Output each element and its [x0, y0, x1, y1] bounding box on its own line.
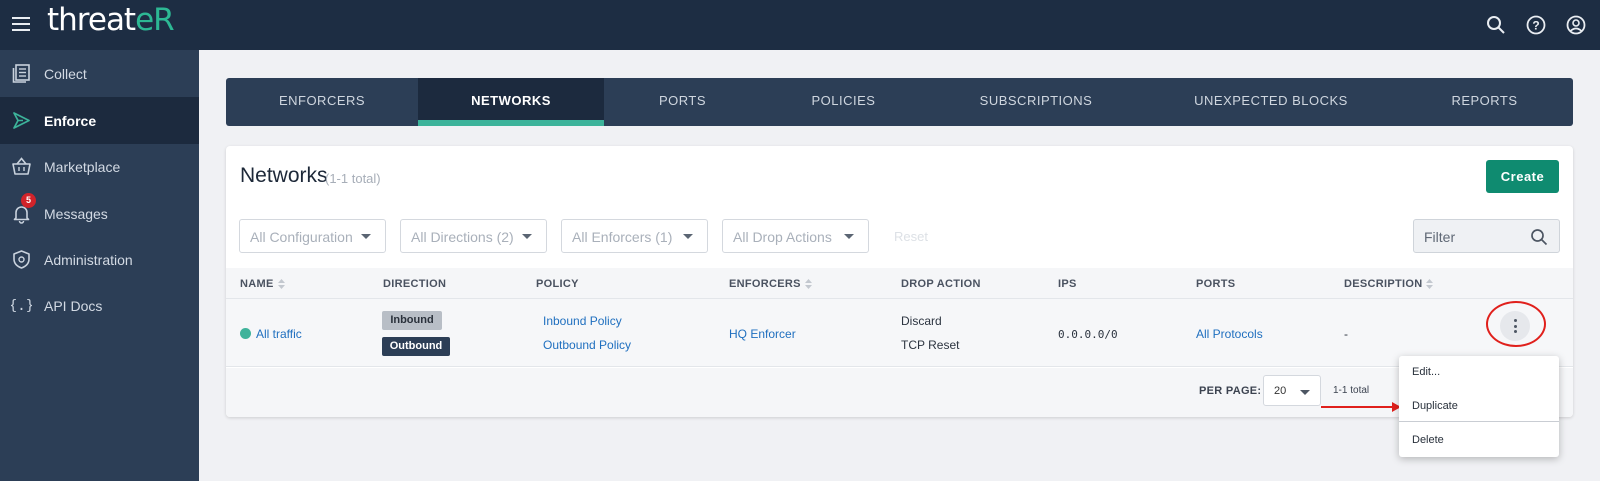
column-header-drop-action: DROP ACTION — [901, 278, 981, 290]
table-header: NAME DIRECTION POLICY ENFORCERS DROP ACT… — [226, 268, 1573, 299]
sidebar-item-administration[interactable]: Administration — [0, 236, 199, 283]
annotation-circle — [1486, 301, 1546, 347]
drop-action-discard: Discard — [901, 314, 942, 328]
table-footer: PER PAGE: 20 1-1 total — [226, 368, 1573, 417]
table-row: All traffic Inbound Outbound Inbound Pol… — [226, 299, 1573, 367]
networks-card: Networks (1-1 total) Create All Configur… — [226, 146, 1573, 417]
caret-down-icon — [683, 234, 693, 239]
braces-icon: {.} — [11, 298, 32, 314]
svg-text:{.}: {.} — [11, 298, 32, 314]
dropdown-value: All Enforcers (1) — [572, 229, 673, 245]
network-name-link[interactable]: All traffic — [256, 327, 302, 341]
directions-dropdown[interactable]: All Directions (2) — [400, 219, 547, 253]
dropdown-value: All Drop Actions — [733, 229, 832, 245]
direction-badge-outbound: Outbound — [382, 337, 450, 356]
filter-input[interactable]: Filter — [1413, 219, 1560, 253]
page-title: Networks — [240, 164, 328, 187]
menu-item-edit[interactable]: Edit... — [1412, 366, 1440, 378]
menu-item-delete[interactable]: Delete — [1412, 434, 1444, 446]
user-account-icon[interactable] — [1565, 14, 1587, 36]
per-page-dropdown[interactable]: 20 — [1263, 375, 1321, 406]
drop-action-tcp-reset: TCP Reset — [901, 338, 960, 352]
status-dot — [240, 328, 251, 339]
create-button[interactable]: Create — [1486, 160, 1559, 193]
collect-icon — [12, 64, 30, 83]
sidebar-item-label: Marketplace — [44, 158, 121, 175]
outbound-policy-link[interactable]: Outbound Policy — [543, 338, 631, 352]
section-tabs: ENFORCERS NETWORKS PORTS POLICIES SUBSCR… — [226, 78, 1573, 126]
basket-icon — [12, 157, 31, 175]
ips-value: 0.0.0.0/0 — [1058, 328, 1118, 341]
column-header-ips: IPS — [1058, 278, 1077, 290]
sidebar-item-label: Enforce — [44, 112, 97, 129]
column-header-direction: DIRECTION — [383, 278, 447, 290]
enforce-icon — [13, 112, 30, 129]
drop-actions-dropdown[interactable]: All Drop Actions — [722, 219, 869, 253]
row-actions-menu: Edit... Duplicate Delete — [1399, 356, 1559, 457]
sidebar: Collect Enforce Marketplace 5 Messages A… — [0, 50, 199, 481]
per-page-value: 20 — [1274, 385, 1287, 397]
sidebar-item-marketplace[interactable]: Marketplace — [0, 143, 199, 190]
filter-placeholder: Filter — [1424, 229, 1456, 245]
menu-divider — [1399, 421, 1559, 422]
column-header-description[interactable]: DESCRIPTION — [1344, 278, 1434, 290]
tab-subscriptions[interactable]: SUBSCRIPTIONS — [926, 78, 1146, 126]
sidebar-item-collect[interactable]: Collect — [0, 50, 199, 97]
notification-badge: 5 — [21, 193, 36, 208]
sidebar-item-api-docs[interactable]: {.} API Docs — [0, 282, 199, 329]
inbound-policy-link[interactable]: Inbound Policy — [543, 314, 622, 328]
per-page-label: PER PAGE: — [1199, 385, 1262, 397]
brand-logo[interactable]: threateR — [47, 2, 175, 38]
sort-icon — [804, 279, 812, 290]
search-icon[interactable] — [1530, 228, 1548, 246]
pagination-total: 1-1 total — [1333, 385, 1370, 396]
sort-icon — [1426, 279, 1434, 290]
tab-ports[interactable]: PORTS — [604, 78, 761, 126]
shield-gear-icon — [13, 250, 30, 269]
enforcers-dropdown[interactable]: All Enforcers (1) — [561, 219, 708, 253]
sidebar-item-label: Administration — [44, 251, 133, 268]
column-header-policy: POLICY — [536, 278, 579, 290]
sidebar-item-label: Messages — [44, 205, 108, 222]
column-header-name[interactable]: NAME — [240, 278, 285, 290]
sidebar-item-enforce[interactable]: Enforce — [0, 97, 199, 144]
column-header-ports: PORTS — [1196, 278, 1236, 290]
sidebar-item-label: Collect — [44, 65, 87, 82]
reset-button[interactable]: Reset — [894, 229, 928, 244]
help-icon[interactable]: ? — [1525, 14, 1547, 36]
hamburger-menu-icon[interactable] — [12, 17, 30, 31]
tab-policies[interactable]: POLICIES — [761, 78, 926, 126]
svg-text:?: ? — [1532, 19, 1539, 33]
enforcer-link[interactable]: HQ Enforcer — [729, 327, 796, 341]
top-bar: threateR ? — [0, 0, 1600, 50]
annotation-arrow — [1321, 406, 1393, 408]
column-header-enforcers[interactable]: ENFORCERS — [729, 278, 812, 290]
ports-link[interactable]: All Protocols — [1196, 327, 1263, 341]
direction-badge-inbound: Inbound — [382, 311, 442, 330]
tab-networks[interactable]: NETWORKS — [418, 78, 604, 126]
tab-enforcers[interactable]: ENFORCERS — [226, 78, 418, 126]
caret-down-icon — [844, 234, 854, 239]
tab-unexpected-blocks[interactable]: UNEXPECTED BLOCKS — [1146, 78, 1396, 126]
caret-down-icon — [361, 234, 371, 239]
caret-down-icon — [1300, 390, 1310, 395]
total-count: (1-1 total) — [325, 171, 381, 186]
caret-down-icon — [522, 234, 532, 239]
dropdown-value: All Directions (2) — [411, 229, 514, 245]
sidebar-item-messages[interactable]: 5 Messages — [0, 190, 199, 237]
tab-reports[interactable]: REPORTS — [1396, 78, 1573, 126]
description-value: - — [1344, 327, 1348, 341]
dropdown-value: All Configuration — [250, 229, 353, 245]
sort-icon — [277, 279, 285, 290]
configuration-dropdown[interactable]: All Configuration — [239, 219, 386, 253]
sidebar-item-label: API Docs — [44, 297, 103, 314]
search-icon[interactable] — [1485, 14, 1507, 36]
menu-item-duplicate[interactable]: Duplicate — [1412, 400, 1458, 412]
